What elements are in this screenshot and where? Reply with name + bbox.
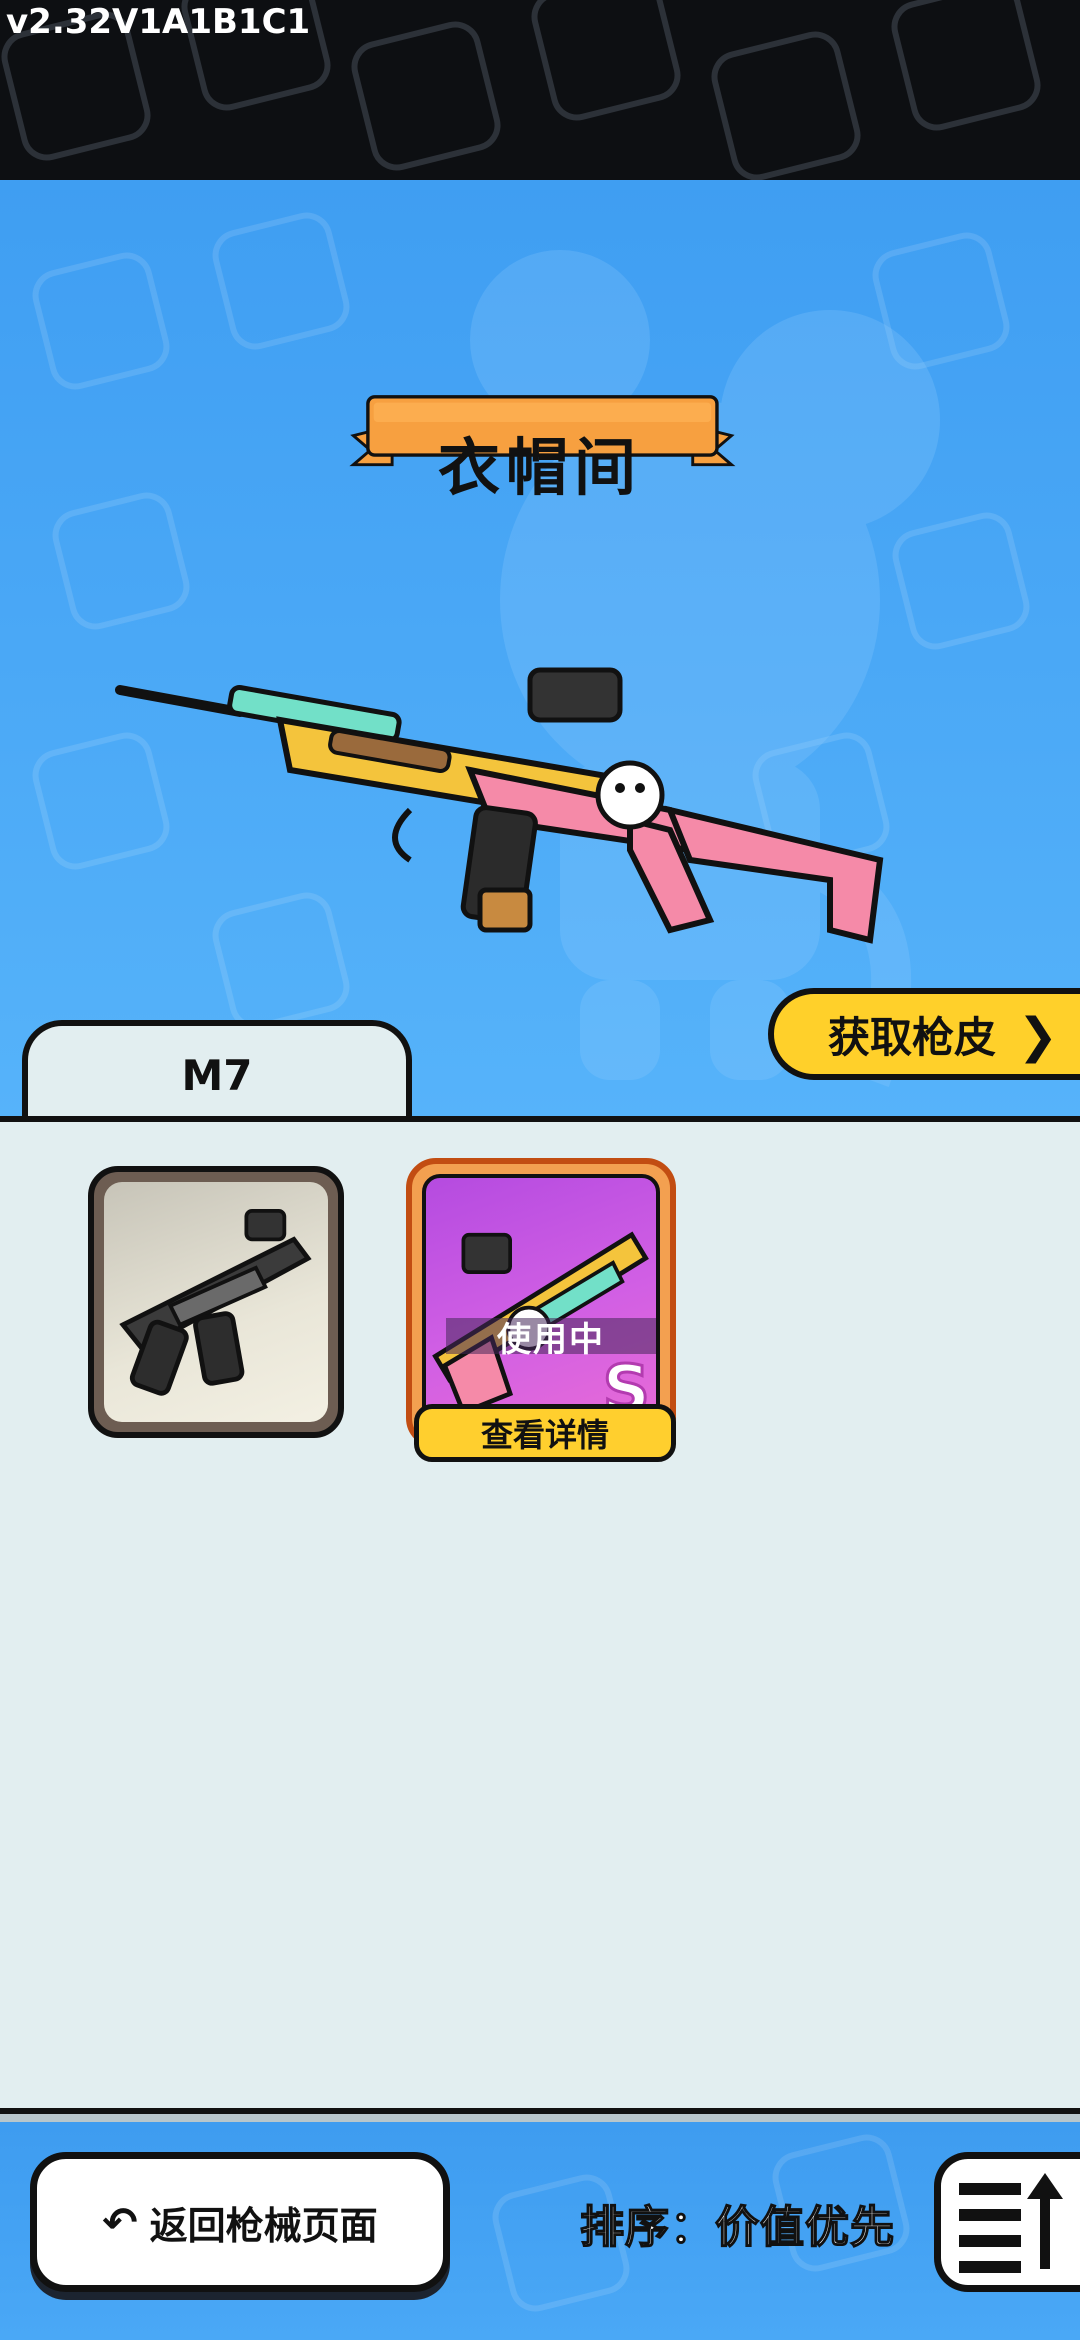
rifle-skin-preview [115, 667, 884, 944]
wardrobe-screen: v2.32V1A1B1C1 衣帽间 获取枪皮 ❯ M7 使用中 S 查看详情 ↶… [0, 0, 1080, 2340]
hero-preview [0, 180, 1080, 1120]
skin-card-image [104, 1182, 328, 1422]
back-arrow-icon: ↶ [102, 2197, 138, 2247]
sort-button[interactable] [934, 2152, 1080, 2292]
version-label: v2.32V1A1B1C1 [6, 2, 311, 42]
sort-icon [959, 2173, 1063, 2273]
skin-card-default[interactable] [88, 1166, 344, 1438]
pattern-tile [345, 15, 507, 177]
pattern-tile [885, 0, 1047, 137]
default-rifle-icon [119, 1208, 312, 1396]
get-skin-button[interactable]: 获取枪皮 ❯ [768, 988, 1080, 1080]
pattern-tile [27, 247, 175, 395]
get-skin-label: 获取枪皮 [828, 1012, 997, 1062]
top-status-band: v2.32V1A1B1C1 [0, 0, 1080, 180]
page-title: 衣帽间 [437, 431, 642, 504]
in-use-badge: 使用中 [446, 1318, 656, 1360]
sort-label: 排序：价值优先 [579, 2201, 895, 2254]
tab-m7[interactable]: M7 [22, 1020, 412, 1124]
pattern-tile [525, 0, 687, 127]
pattern-tile [705, 25, 867, 180]
skin-card-image: 使用中 S [422, 1174, 660, 1432]
chevron-right-icon: ❯ [1017, 1008, 1058, 1064]
back-button-label: 返回枪械页面 [149, 2203, 378, 2248]
view-details-button[interactable]: 查看详情 [414, 1404, 676, 1462]
back-to-weapons-button[interactable]: ↶ 返回枪械页面 [30, 2152, 450, 2292]
bottom-separator [0, 2108, 1080, 2122]
pattern-tile [207, 207, 355, 355]
